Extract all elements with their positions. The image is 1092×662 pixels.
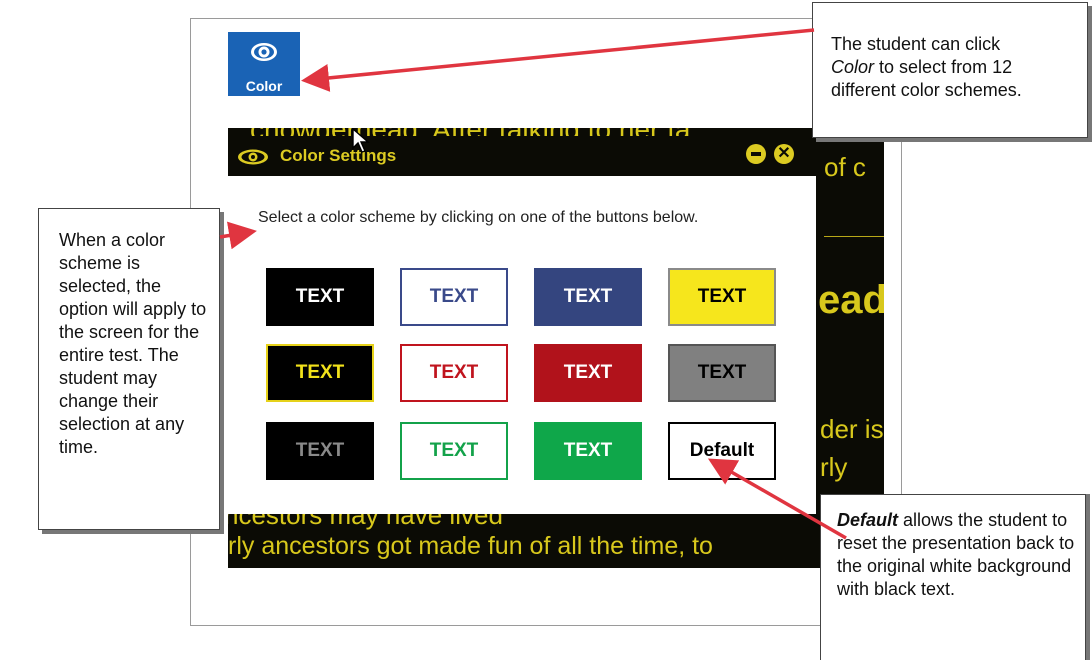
arrow-to-instructions (219, 221, 257, 250)
arrow-to-default (707, 458, 847, 540)
annotation-arrows (219, 28, 847, 540)
arrow-to-color-button (301, 28, 815, 92)
